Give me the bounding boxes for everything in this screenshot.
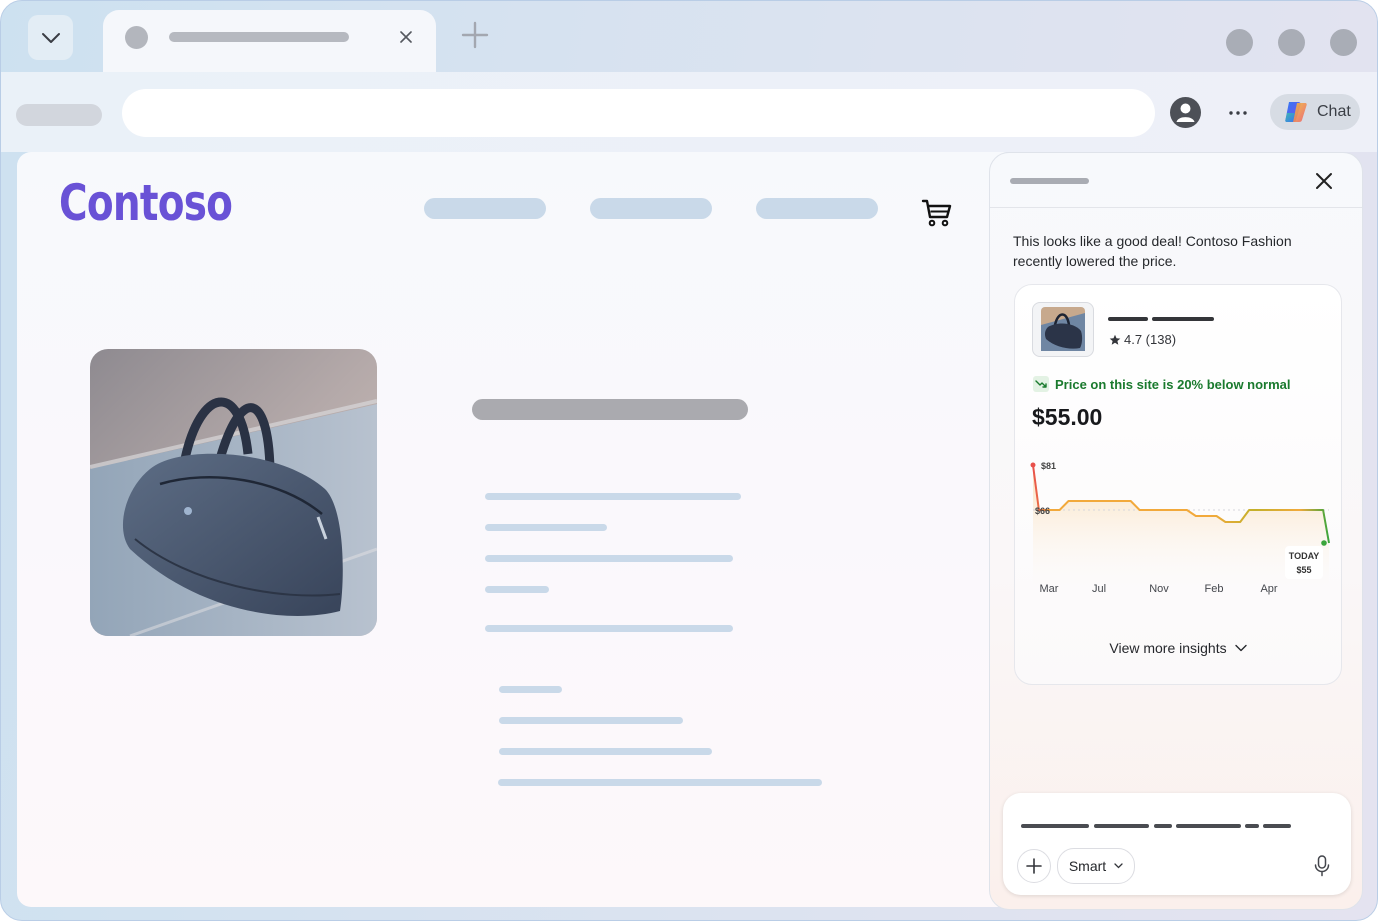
product-image[interactable] <box>90 349 377 636</box>
deal-text: Price on this site is 20% below normal <box>1055 376 1291 392</box>
high-price-point <box>1030 462 1036 468</box>
duffel-bag-thumbnail <box>1041 307 1085 351</box>
maximize-button[interactable] <box>1278 29 1305 56</box>
profile-button[interactable] <box>1170 97 1201 128</box>
window-close-button[interactable] <box>1330 29 1357 56</box>
copilot-sidebar: This looks like a good deal! Contoso Fas… <box>989 152 1363 910</box>
price-annotation: $66 <box>1035 506 1050 516</box>
details-line <box>499 717 683 724</box>
x-tick-label: Nov <box>1149 583 1169 595</box>
mode-label: Smart <box>1068 858 1107 874</box>
more-options-button[interactable] <box>1223 102 1253 124</box>
view-more-label: View more insights <box>1109 640 1227 656</box>
price-annotation: $81 <box>1041 461 1056 471</box>
plus-icon <box>461 21 489 49</box>
new-tab-button[interactable] <box>459 19 491 51</box>
description-line <box>485 586 549 593</box>
details-line <box>499 748 712 755</box>
site-logo[interactable]: Contoso <box>59 174 233 232</box>
price-history-chart[interactable]: $81 $66 TODAY $55 Mar Jul Nov Feb Apr <box>1029 448 1334 608</box>
product-name-placeholder <box>1152 317 1214 321</box>
minimize-button[interactable] <box>1226 29 1253 56</box>
chat-composer: Smart <box>1003 793 1351 895</box>
site-nav-item-3[interactable] <box>756 198 878 219</box>
product-rating: 4.7 (138) <box>1109 332 1176 347</box>
details-line <box>498 779 822 786</box>
product-name-placeholder <box>1108 317 1148 321</box>
microphone-icon <box>1314 855 1330 877</box>
price-insight-card: 4.7 (138) Price on this site is 20% belo… <box>1014 284 1342 685</box>
description-line <box>485 524 607 531</box>
composer-text-placeholder[interactable] <box>1245 824 1259 828</box>
toolbar: Chat <box>1 72 1377 152</box>
favicon-icon <box>125 26 148 49</box>
x-tick-label: Apr <box>1260 583 1277 595</box>
view-more-insights-button[interactable]: View more insights <box>1015 640 1341 656</box>
copilot-icon <box>1285 102 1307 122</box>
chevron-down-icon <box>1114 863 1123 869</box>
web-page: Contoso <box>17 152 1017 907</box>
current-price: $55.00 <box>1032 404 1103 430</box>
more-icon <box>1229 111 1247 115</box>
x-tick-label: Mar <box>1040 583 1059 595</box>
tab-close-button[interactable] <box>396 27 416 47</box>
price-area <box>1033 465 1329 598</box>
close-icon <box>400 31 412 43</box>
composer-text-placeholder[interactable] <box>1154 824 1172 828</box>
profile-icon <box>1170 97 1201 128</box>
assistant-message: This looks like a good deal! Contoso Fas… <box>1013 233 1292 269</box>
product-title-placeholder <box>472 399 748 420</box>
copilot-chat-button[interactable]: Chat <box>1270 94 1360 130</box>
close-icon <box>1316 173 1332 189</box>
sidebar-title-placeholder <box>1010 178 1089 184</box>
active-tab[interactable] <box>103 10 436 74</box>
sidebar-divider <box>990 207 1362 208</box>
rating-text: 4.7 (138) <box>1124 332 1177 347</box>
composer-text-placeholder[interactable] <box>1263 824 1291 828</box>
tab-title-placeholder <box>169 32 349 42</box>
x-tick-label: Jul <box>1092 583 1106 595</box>
duffel-bag-image <box>90 349 377 636</box>
cart-button[interactable] <box>921 198 953 228</box>
description-line <box>485 625 733 632</box>
browser-window: Chat Contoso This looks like a good deal… <box>0 0 1378 921</box>
composer-text-placeholder[interactable] <box>1021 824 1089 828</box>
microphone-button[interactable] <box>1313 855 1331 877</box>
today-value: $55 <box>1296 565 1311 575</box>
today-label: TODAY <box>1289 551 1320 561</box>
product-thumbnail[interactable] <box>1032 302 1094 357</box>
site-nav-item-1[interactable] <box>424 198 546 219</box>
address-bar[interactable] <box>122 89 1155 137</box>
description-line <box>485 493 741 500</box>
trend-down-icon <box>1033 376 1049 392</box>
chat-button-label: Chat <box>1317 103 1351 120</box>
mode-selector[interactable]: Smart <box>1057 848 1135 884</box>
x-tick-label: Feb <box>1205 583 1224 595</box>
navigation-buttons-placeholder[interactable] <box>16 104 102 126</box>
deal-badge: Price on this site is 20% below normal <box>1033 376 1291 392</box>
cart-icon <box>921 199 952 227</box>
today-price-point <box>1321 540 1327 546</box>
sidebar-close-button[interactable] <box>1312 169 1336 193</box>
site-nav-item-2[interactable] <box>590 198 712 219</box>
description-line <box>485 555 733 562</box>
star-icon <box>1109 334 1121 345</box>
composer-text-placeholder[interactable] <box>1094 824 1149 828</box>
details-line <box>499 686 562 693</box>
chevron-down-icon <box>1234 644 1247 652</box>
chevron-down-icon <box>41 32 60 43</box>
tab-actions-button[interactable] <box>28 15 73 60</box>
composer-text-placeholder[interactable] <box>1176 824 1241 828</box>
add-attachment-button[interactable] <box>1017 849 1051 883</box>
plus-icon <box>1026 858 1042 874</box>
